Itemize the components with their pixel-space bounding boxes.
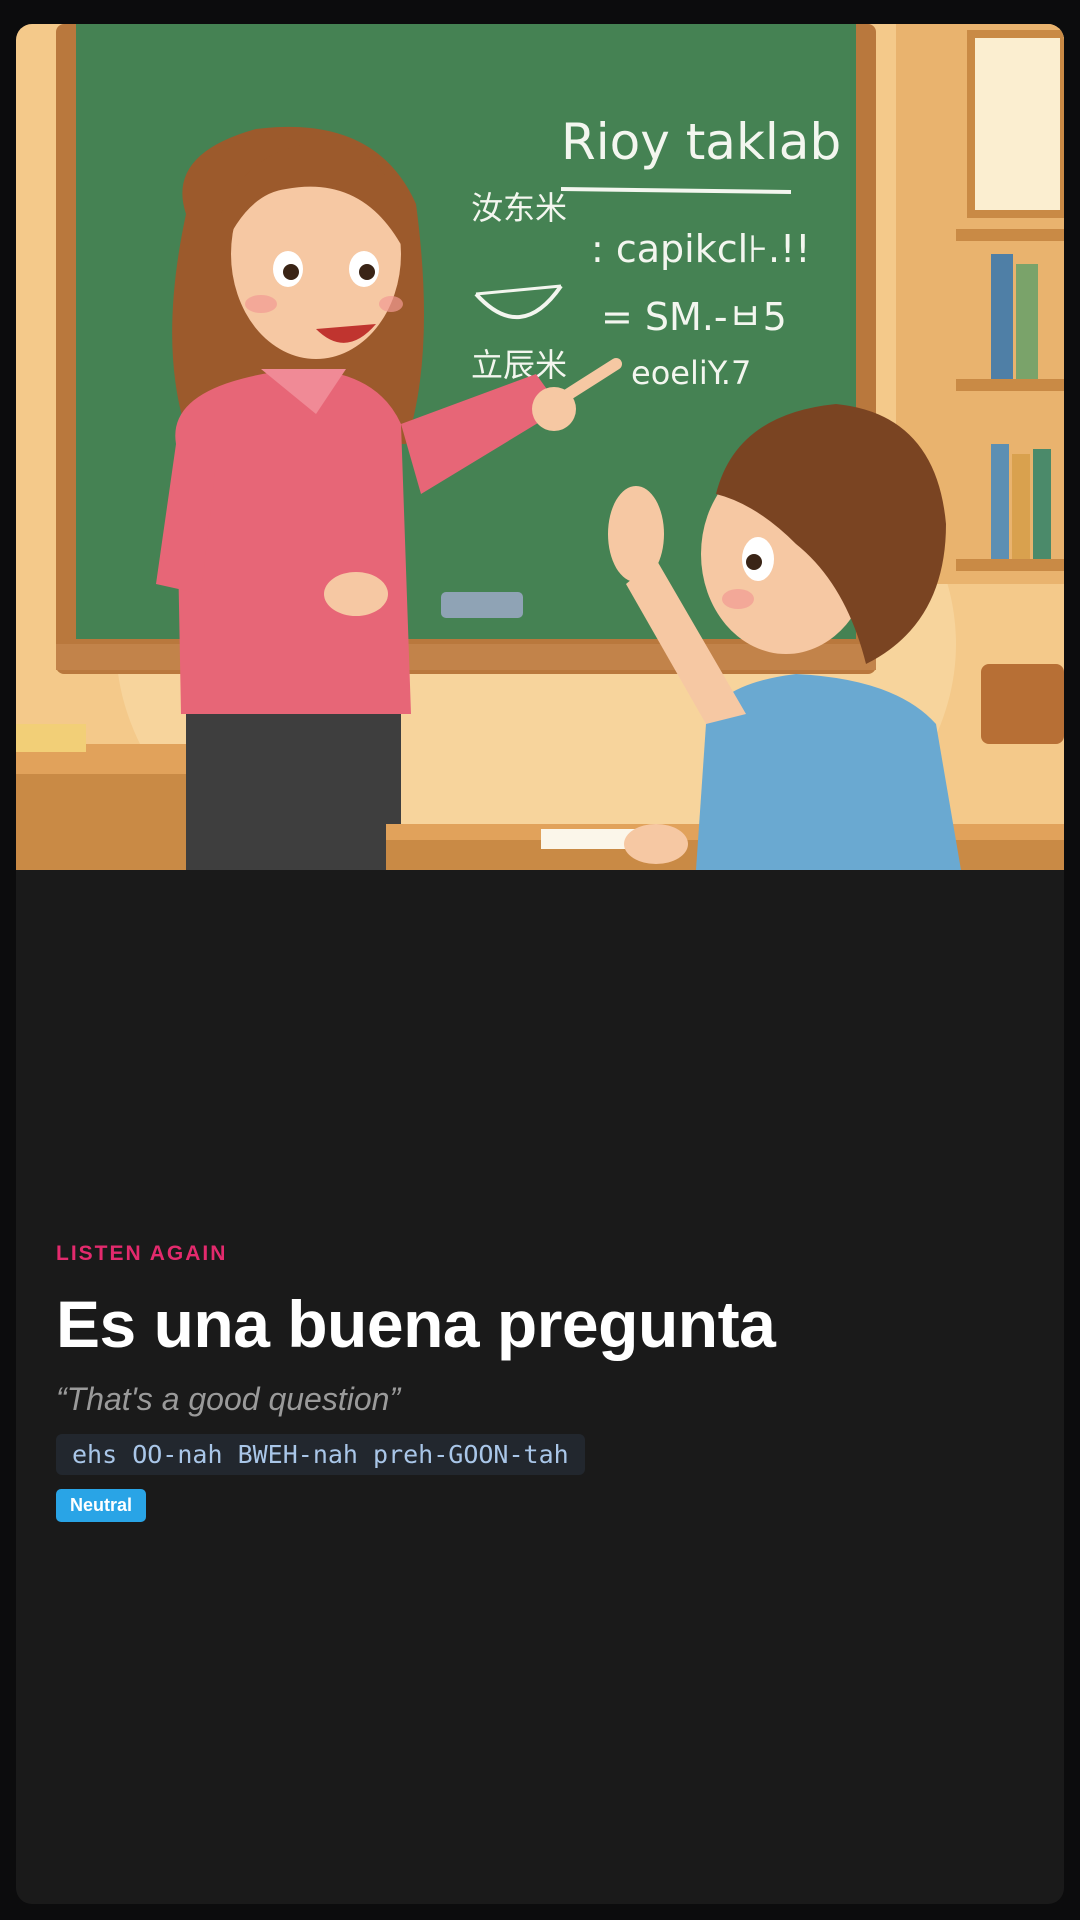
tag-row: Neutral: [56, 1488, 1024, 1522]
spanish-phrase: Es una buena pregunta: [56, 1287, 776, 1361]
listen-again-label: LISTEN AGAIN: [56, 1242, 228, 1265]
board-title: Rioy taklab: [561, 113, 841, 171]
phrase-details: LISTEN AGAIN Es una buena pregunta “That…: [56, 1242, 1024, 1522]
phrase-card: Rioy taklab 汝东米 : capikcl⊦.!! = SM.-ㅂ5 立…: [16, 24, 1064, 1904]
board-symbol-2: 立辰米: [471, 346, 567, 384]
pronunciation-guide: ehs OO-nah BWEH-nah preh-GOON-tah: [56, 1433, 585, 1475]
english-translation: “That's a good question”: [56, 1380, 401, 1417]
board-line-3: eoeliY.7: [631, 354, 751, 392]
board-line-1: : capikcl⊦.!!: [591, 227, 811, 271]
classroom-illustration: Rioy taklab 汝东米 : capikcl⊦.!! = SM.-ㅂ5 立…: [16, 24, 1064, 870]
board-symbol-1: 汝东米: [471, 189, 567, 227]
formality-badge: Neutral: [56, 1488, 147, 1522]
board-line-2: = SM.-ㅂ5: [601, 295, 787, 339]
